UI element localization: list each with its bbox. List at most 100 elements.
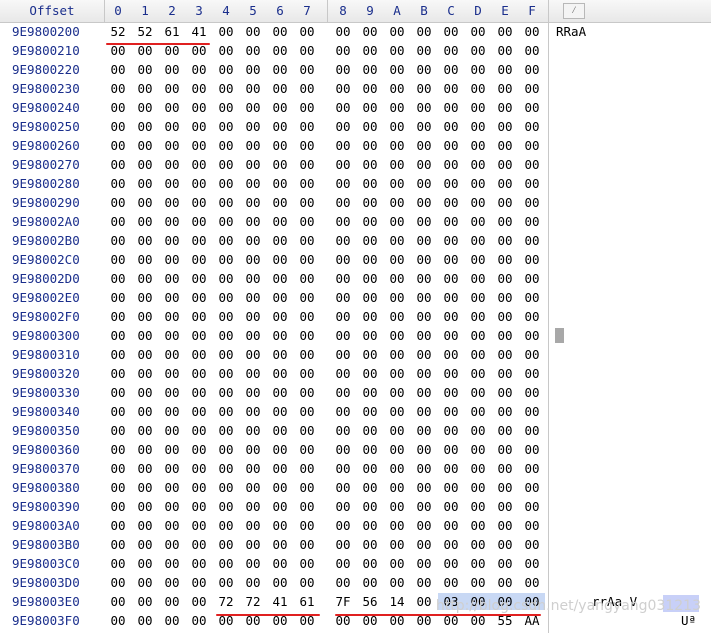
hex-byte[interactable]: 00 — [439, 136, 463, 155]
hex-byte[interactable]: 00 — [358, 231, 382, 250]
hex-byte[interactable]: 00 — [241, 98, 265, 117]
hex-byte[interactable]: 00 — [439, 478, 463, 497]
hex-byte[interactable]: 00 — [241, 193, 265, 212]
hex-byte[interactable]: 00 — [214, 117, 238, 136]
hex-byte[interactable]: 00 — [331, 117, 355, 136]
byte-column-header[interactable]: 8 — [331, 3, 355, 18]
hex-byte[interactable]: 00 — [466, 326, 490, 345]
hex-byte[interactable]: 00 — [439, 364, 463, 383]
hex-byte[interactable]: 00 — [295, 231, 319, 250]
hex-byte[interactable]: 00 — [106, 307, 130, 326]
hex-byte[interactable]: 00 — [133, 459, 157, 478]
hex-byte[interactable]: 00 — [160, 364, 184, 383]
hex-byte[interactable]: 00 — [466, 41, 490, 60]
hex-byte[interactable]: 00 — [268, 41, 292, 60]
hex-byte[interactable]: 00 — [133, 440, 157, 459]
hex-byte[interactable]: 00 — [331, 535, 355, 554]
hex-byte[interactable]: 00 — [268, 478, 292, 497]
hex-byte[interactable]: 00 — [160, 421, 184, 440]
hex-byte[interactable]: 00 — [268, 212, 292, 231]
hex-byte[interactable]: 00 — [241, 269, 265, 288]
hex-byte[interactable]: 00 — [331, 288, 355, 307]
hex-byte[interactable]: 00 — [133, 516, 157, 535]
hex-byte[interactable]: 00 — [412, 554, 436, 573]
byte-column-header[interactable]: D — [466, 3, 490, 18]
hex-byte[interactable]: 00 — [331, 212, 355, 231]
hex-byte[interactable]: 00 — [160, 554, 184, 573]
hex-byte[interactable]: 00 — [133, 611, 157, 630]
hex-byte[interactable]: 00 — [268, 326, 292, 345]
hex-byte[interactable]: 00 — [412, 212, 436, 231]
hex-byte[interactable]: 00 — [412, 364, 436, 383]
hex-byte[interactable]: 00 — [295, 136, 319, 155]
hex-byte[interactable]: 00 — [439, 288, 463, 307]
hex-byte[interactable]: 00 — [439, 98, 463, 117]
hex-byte[interactable]: 00 — [187, 288, 211, 307]
ascii-pane[interactable] — [548, 22, 711, 633]
hex-byte[interactable]: 00 — [331, 440, 355, 459]
byte-column-header[interactable]: 6 — [268, 3, 292, 18]
hex-byte[interactable]: 00 — [385, 516, 409, 535]
hex-byte[interactable]: 00 — [358, 193, 382, 212]
hex-byte[interactable]: 00 — [187, 554, 211, 573]
hex-byte[interactable]: 00 — [268, 60, 292, 79]
hex-byte[interactable]: 00 — [493, 212, 517, 231]
hex-byte[interactable]: 00 — [160, 383, 184, 402]
hex-byte[interactable]: 00 — [241, 60, 265, 79]
hex-byte[interactable]: 00 — [358, 326, 382, 345]
hex-byte[interactable]: 00 — [466, 269, 490, 288]
byte-column-header[interactable]: 0 — [106, 3, 130, 18]
hex-byte[interactable]: 00 — [160, 402, 184, 421]
hex-byte[interactable]: 00 — [358, 535, 382, 554]
hex-byte[interactable]: 00 — [358, 117, 382, 136]
hex-byte[interactable]: 00 — [133, 117, 157, 136]
hex-byte[interactable]: 00 — [385, 364, 409, 383]
hex-byte[interactable]: 00 — [214, 345, 238, 364]
hex-byte[interactable]: 00 — [106, 383, 130, 402]
hex-byte[interactable]: 00 — [466, 79, 490, 98]
hex-byte[interactable]: 00 — [520, 155, 544, 174]
hex-byte[interactable]: 00 — [466, 402, 490, 421]
hex-byte[interactable]: 00 — [160, 459, 184, 478]
hex-byte[interactable]: 00 — [412, 592, 436, 611]
hex-byte[interactable]: 00 — [331, 554, 355, 573]
hex-byte[interactable]: 00 — [133, 307, 157, 326]
hex-byte[interactable]: 00 — [520, 117, 544, 136]
hex-byte[interactable]: 00 — [160, 516, 184, 535]
hex-byte[interactable]: 00 — [358, 79, 382, 98]
hex-byte[interactable]: 00 — [493, 193, 517, 212]
hex-byte[interactable]: 00 — [133, 573, 157, 592]
hex-byte[interactable]: 00 — [520, 573, 544, 592]
hex-byte[interactable]: 00 — [106, 402, 130, 421]
hex-byte[interactable]: 00 — [331, 79, 355, 98]
hex-byte[interactable]: 00 — [520, 174, 544, 193]
hex-byte[interactable]: 00 — [358, 250, 382, 269]
hex-byte[interactable]: 00 — [106, 212, 130, 231]
hex-byte[interactable]: 00 — [358, 478, 382, 497]
hex-byte[interactable]: 00 — [412, 535, 436, 554]
hex-byte[interactable]: 00 — [466, 136, 490, 155]
hex-byte[interactable]: 00 — [493, 307, 517, 326]
hex-byte[interactable]: 00 — [133, 345, 157, 364]
edit-icon[interactable]: ⁄ — [563, 3, 585, 19]
hex-byte[interactable]: 00 — [385, 117, 409, 136]
hex-byte[interactable]: 00 — [493, 459, 517, 478]
hex-byte[interactable]: 00 — [241, 79, 265, 98]
hex-byte[interactable]: 00 — [385, 421, 409, 440]
hex-byte[interactable]: 00 — [358, 174, 382, 193]
hex-byte[interactable]: 00 — [466, 440, 490, 459]
hex-byte[interactable]: 00 — [520, 421, 544, 440]
hex-byte[interactable]: 00 — [187, 231, 211, 250]
hex-byte[interactable]: 00 — [241, 212, 265, 231]
hex-byte[interactable]: 52 — [106, 22, 130, 41]
hex-byte[interactable]: 00 — [331, 41, 355, 60]
hex-byte[interactable]: 00 — [268, 440, 292, 459]
hex-byte[interactable]: 00 — [493, 250, 517, 269]
hex-byte[interactable]: 00 — [160, 155, 184, 174]
hex-byte[interactable]: 00 — [214, 79, 238, 98]
hex-byte[interactable]: 00 — [268, 364, 292, 383]
hex-byte[interactable]: 00 — [268, 573, 292, 592]
hex-byte[interactable]: 00 — [385, 288, 409, 307]
hex-byte[interactable]: 00 — [295, 41, 319, 60]
hex-byte[interactable]: 00 — [439, 79, 463, 98]
